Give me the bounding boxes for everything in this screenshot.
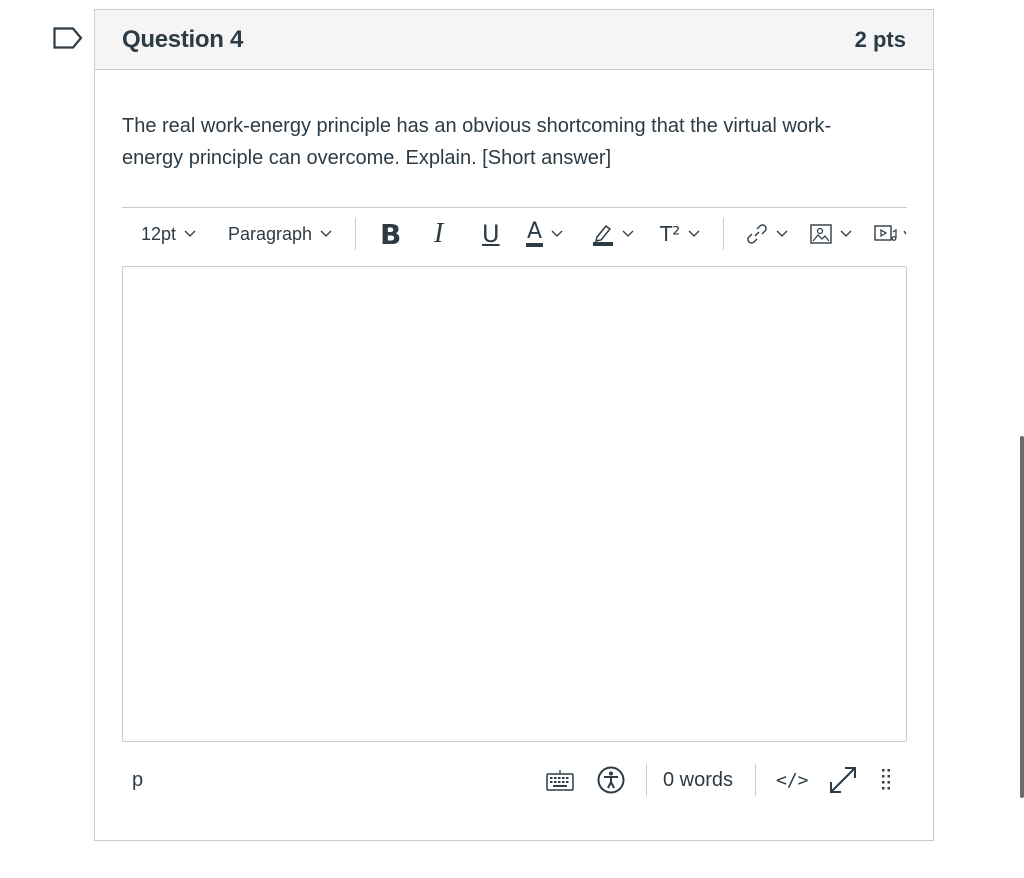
chevron-down-icon bbox=[551, 230, 563, 237]
pencil-highlight-icon bbox=[593, 224, 613, 246]
chevron-down-icon bbox=[840, 230, 852, 237]
question-title: Question 4 bbox=[122, 25, 244, 53]
question-points: 2 pts bbox=[854, 26, 906, 52]
media-icon bbox=[874, 225, 897, 241]
editor-toolbar: 12pt Paragraph B I U A T² bbox=[122, 207, 907, 259]
chevron-down-icon bbox=[903, 230, 907, 235]
link-dropdown[interactable] bbox=[746, 208, 788, 260]
chevron-down-icon bbox=[688, 230, 700, 237]
html-editor-label: </> bbox=[776, 769, 809, 791]
resize-grip-icon bbox=[882, 769, 890, 790]
underline-button[interactable]: U bbox=[482, 208, 500, 260]
highlight-color-dropdown[interactable] bbox=[592, 208, 634, 260]
editor-statusbar: p 0 words </> bbox=[122, 758, 907, 802]
keyboard-shortcuts-button[interactable] bbox=[546, 758, 574, 802]
image-dropdown[interactable] bbox=[810, 208, 852, 260]
bold-button[interactable]: B bbox=[380, 208, 401, 260]
toolbar-divider bbox=[355, 218, 356, 250]
superscript-dropdown[interactable]: T² bbox=[660, 208, 700, 260]
statusbar-divider bbox=[646, 764, 647, 796]
block-format-label: Paragraph bbox=[228, 223, 313, 244]
toolbar-divider bbox=[723, 218, 724, 250]
block-format-dropdown[interactable]: Paragraph bbox=[228, 208, 332, 260]
underline-icon: U bbox=[482, 220, 500, 248]
chevron-down-icon bbox=[622, 230, 634, 237]
superscript-icon: T² bbox=[660, 222, 681, 246]
italic-button[interactable]: I bbox=[434, 208, 443, 260]
italic-icon: I bbox=[434, 218, 444, 249]
html-editor-button[interactable]: </> bbox=[776, 758, 809, 802]
chevron-down-icon bbox=[320, 230, 332, 237]
chevron-down-icon bbox=[776, 230, 788, 237]
question-card: Question 4 2 pts The real work-energy pr… bbox=[94, 9, 934, 841]
fullscreen-button[interactable] bbox=[828, 758, 858, 802]
accessibility-checker-button[interactable] bbox=[597, 758, 625, 802]
rich-text-editor[interactable] bbox=[122, 266, 907, 742]
question-text: The real work-energy principle has an ob… bbox=[122, 115, 832, 169]
accessibility-icon bbox=[597, 766, 625, 794]
resize-handle[interactable] bbox=[880, 758, 892, 802]
element-path-label: p bbox=[132, 768, 144, 791]
bold-icon: B bbox=[380, 217, 402, 251]
question-header: Question 4 2 pts bbox=[95, 10, 933, 70]
font-size-dropdown[interactable]: 12pt bbox=[141, 208, 196, 260]
chevron-down-icon bbox=[184, 230, 196, 237]
media-dropdown[interactable] bbox=[874, 208, 909, 260]
keyboard-icon bbox=[546, 770, 574, 791]
fullscreen-icon bbox=[830, 767, 856, 793]
page-scrollbar[interactable] bbox=[1020, 436, 1024, 798]
statusbar-divider bbox=[755, 764, 756, 796]
element-path[interactable]: p bbox=[132, 758, 143, 802]
text-color-icon: A bbox=[526, 221, 544, 247]
word-count-label: 0 words bbox=[663, 768, 734, 791]
flag-question-icon[interactable] bbox=[53, 27, 83, 49]
font-size-label: 12pt bbox=[141, 223, 177, 244]
word-count[interactable]: 0 words bbox=[663, 758, 733, 802]
link-icon bbox=[747, 224, 767, 244]
text-color-dropdown[interactable]: A bbox=[526, 208, 563, 260]
image-icon bbox=[810, 224, 832, 244]
